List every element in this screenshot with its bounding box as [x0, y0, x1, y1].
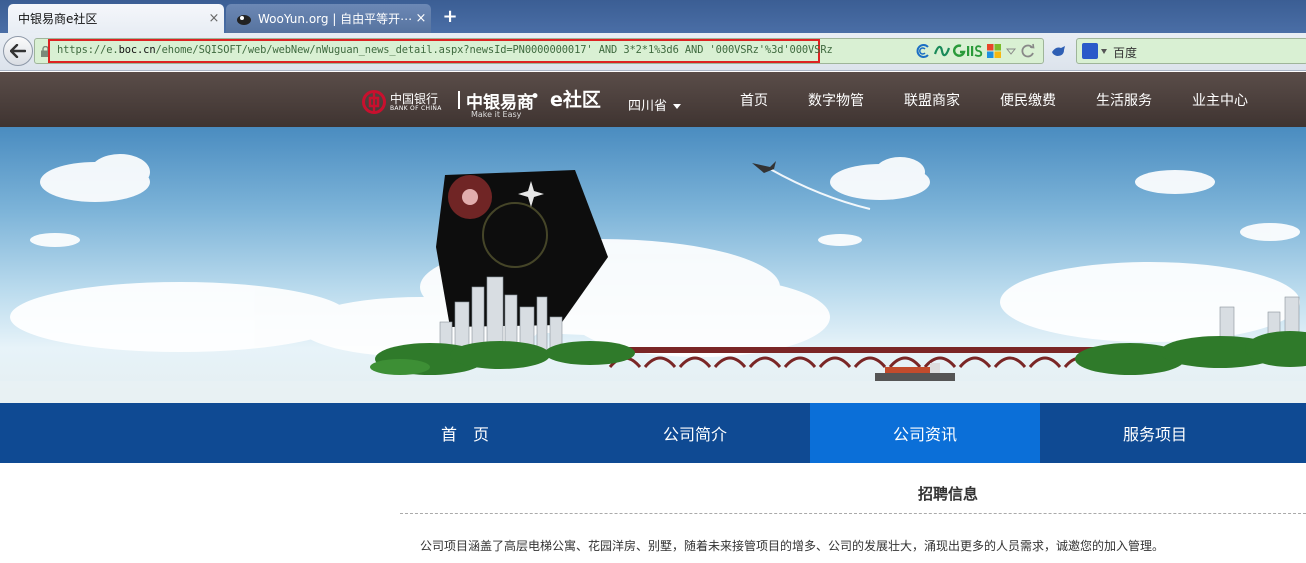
url-prefix: https://e. — [57, 44, 119, 56]
section-title: 招聘信息 — [918, 485, 979, 503]
url-domain: boc.cn — [118, 44, 156, 56]
url-icons — [915, 43, 1036, 59]
boc-logo-cn: 中国银行 — [390, 91, 439, 106]
new-tab-button[interactable]: + — [438, 6, 462, 28]
brand-dot: • — [530, 87, 541, 107]
province-selector[interactable]: 四川省 — [628, 95, 682, 114]
tab-inactive[interactable]: WooYun.org | 自由平等开⋯ × — [226, 4, 431, 33]
mainnav-services[interactable]: 服务项目 — [1040, 403, 1270, 463]
giis-icon[interactable] — [953, 43, 983, 59]
main-nav: 首 页 公司简介 公司资讯 服务项目 — [0, 403, 1306, 463]
windows-icon[interactable] — [986, 43, 1002, 59]
wave-icon[interactable] — [934, 43, 950, 59]
tab-close-icon[interactable]: × — [204, 11, 224, 26]
baidu-icon[interactable] — [1082, 43, 1098, 59]
browser-tabbar: 中银易商e社区 × WooYun.org | 自由平等开⋯ × + — [0, 0, 1306, 33]
topnav-merchants[interactable]: 联盟商家 — [904, 90, 960, 110]
topnav-digital-property[interactable]: 数字物管 — [808, 90, 864, 110]
boc-logo-en: BANK OF CHINA — [390, 104, 442, 112]
curl-icon[interactable] — [915, 43, 931, 59]
tab-active[interactable]: 中银易商e社区 × — [8, 4, 224, 33]
browser-navbar: https://e.boc.cn/ehome/SQISOFT/web/webNe… — [0, 33, 1306, 71]
hero-banner — [0, 127, 1306, 403]
url-bar[interactable]: https://e.boc.cn/ehome/SQISOFT/web/webNe… — [34, 38, 1044, 64]
reload-icon[interactable] — [1020, 43, 1036, 59]
url-path: /ehome/SQISOFT/web/webNew/nWuguan_news_d… — [155, 44, 833, 56]
brand-e-community: e社区 — [550, 89, 601, 111]
boc-emblem-icon — [362, 90, 386, 114]
province-label: 四川省 — [628, 99, 668, 114]
back-button[interactable] — [3, 36, 33, 66]
back-arrow-icon — [10, 44, 26, 58]
caret-down-icon — [673, 104, 682, 109]
search-placeholder: 百度 — [1113, 46, 1138, 60]
topnav-home[interactable]: 首页 — [740, 90, 768, 110]
brand-divider — [458, 91, 460, 109]
water — [0, 381, 1306, 403]
site-header: 中国银行 BANK OF CHINA 中银易商 Make it Easy • e… — [0, 72, 1306, 127]
boc-logo[interactable]: 中国银行 BANK OF CHINA — [362, 90, 442, 114]
topnav-life-services[interactable]: 生活服务 — [1096, 90, 1152, 110]
cargo-boat — [875, 363, 955, 381]
tab-close-icon[interactable]: × — [411, 11, 431, 26]
mainnav-home[interactable]: 首 页 — [350, 403, 580, 463]
search-bar[interactable]: 百度 — [1076, 38, 1306, 64]
addon-bird-icon[interactable] — [1050, 43, 1068, 59]
tab-title: WooYun.org | 自由平等开⋯ — [258, 12, 411, 26]
brand-slogan: Make it Easy — [471, 110, 522, 119]
topnav-payments[interactable]: 便民缴费 — [1000, 90, 1056, 110]
mainnav-company-news[interactable]: 公司资讯 — [810, 403, 1040, 463]
tab-title: 中银易商e社区 — [18, 12, 98, 26]
banner-illustration — [0, 154, 1306, 403]
cloud-shapes — [10, 154, 1300, 357]
left-island — [370, 341, 635, 375]
topnav-owner-center[interactable]: 业主中心 — [1192, 90, 1248, 110]
dropdown-icon[interactable] — [1005, 43, 1017, 59]
wooyun-favicon-icon — [237, 14, 251, 25]
chevron-down-icon[interactable] — [1101, 49, 1107, 54]
dashed-divider — [400, 513, 1306, 514]
article-paragraph: 公司项目涵盖了高层电梯公寓、花园洋房、别墅，随着未来接管项目的增多、公司的发展壮… — [420, 539, 1165, 553]
mainnav-company-intro[interactable]: 公司简介 — [580, 403, 810, 463]
url-text[interactable]: https://e.boc.cn/ehome/SQISOFT/web/webNe… — [57, 44, 833, 56]
